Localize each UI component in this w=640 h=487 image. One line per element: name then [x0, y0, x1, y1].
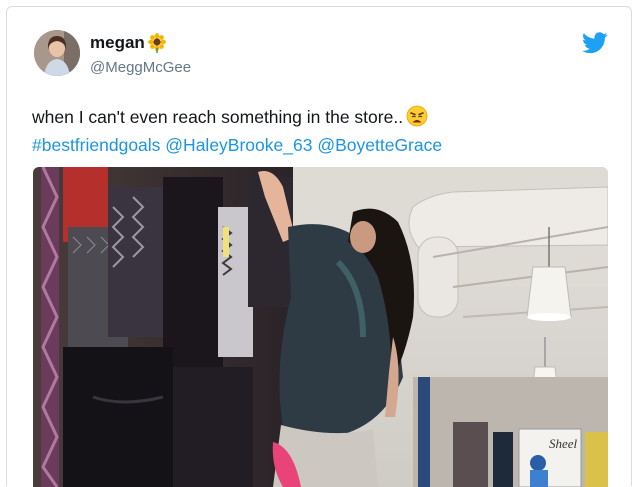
weary-face-icon: [406, 105, 428, 127]
mention-link-1[interactable]: @HaleyBrooke_63: [165, 135, 312, 155]
twitter-bird-icon[interactable]: [582, 32, 608, 54]
hashtag-link[interactable]: #bestfriendgoals: [32, 135, 160, 155]
tweet-photo[interactable]: Sheel: [33, 167, 608, 487]
avatar[interactable]: [34, 30, 80, 76]
username-handle[interactable]: @MeggMcGee: [90, 59, 191, 76]
mention-link-2[interactable]: @BoyetteGrace: [317, 135, 442, 155]
tweet-text: when I can't even reach something in the…: [32, 103, 622, 159]
tweet-card: megan @MeggMcGee when I can't even reach…: [6, 6, 632, 487]
display-name[interactable]: megan: [90, 33, 145, 53]
photo-sign-text: Sheel: [549, 436, 578, 451]
author-name-row[interactable]: megan: [90, 33, 167, 53]
tweet-body: when I can't even reach something in the…: [32, 107, 404, 127]
sunflower-icon: [147, 33, 167, 53]
